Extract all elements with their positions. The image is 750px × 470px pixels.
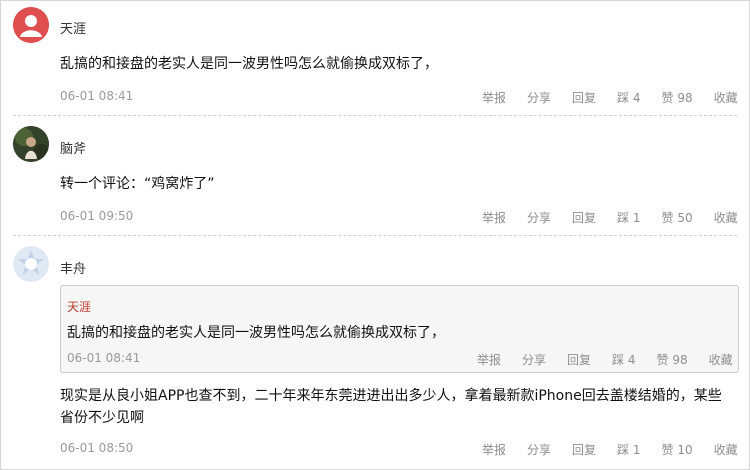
comment-author[interactable]: 天涯: [60, 18, 86, 37]
report-button[interactable]: 举报: [482, 89, 506, 106]
comment-actions: 举报 分享 回复 踩 4 赞 98 收藏: [482, 89, 738, 106]
dislike-button[interactable]: 踩 1: [617, 209, 640, 226]
quoted-text: 乱搞的和接盘的老实人是同一波男性吗怎么就偷换成双标了，: [67, 325, 445, 341]
reply-button[interactable]: 回复: [572, 209, 596, 226]
default-user-icon[interactable]: [13, 7, 49, 43]
divider: [13, 115, 737, 116]
comment-author[interactable]: 丰舟: [60, 258, 86, 277]
reply-button[interactable]: 回复: [572, 441, 596, 458]
comment-time: 06-01 09:50: [60, 209, 134, 223]
photo-avatar-icon[interactable]: [13, 126, 49, 162]
share-button[interactable]: 分享: [527, 209, 551, 226]
report-button[interactable]: 举报: [482, 441, 506, 458]
share-button[interactable]: 分享: [527, 89, 551, 106]
like-button[interactable]: 赞 98: [662, 89, 693, 106]
dislike-button[interactable]: 踩 4: [612, 351, 635, 368]
share-button[interactable]: 分享: [522, 351, 546, 368]
reply-button[interactable]: 回复: [567, 351, 591, 368]
comment-actions: 举报 分享 回复 踩 1 赞 50 收藏: [482, 209, 738, 226]
share-button[interactable]: 分享: [527, 441, 551, 458]
favorite-button[interactable]: 收藏: [714, 89, 738, 106]
quoted-author[interactable]: 天涯: [67, 298, 91, 315]
reply-button[interactable]: 回复: [572, 89, 596, 106]
comment-text: 乱搞的和接盘的老实人是同一波男性吗怎么就偷换成双标了，: [60, 56, 438, 72]
comment-text-continued: 省份不少见啊: [60, 410, 144, 426]
like-button[interactable]: 赞 50: [662, 209, 693, 226]
like-button[interactable]: 赞 98: [657, 351, 688, 368]
comment-time: 06-01 08:50: [60, 441, 134, 455]
report-button[interactable]: 举报: [477, 351, 501, 368]
quoted-time: 06-01 08:41: [67, 351, 141, 365]
quoted-actions: 举报 分享 回复 踩 4 赞 98 收藏: [477, 351, 733, 368]
dislike-button[interactable]: 踩 4: [617, 89, 640, 106]
divider: [13, 235, 737, 236]
report-button[interactable]: 举报: [482, 209, 506, 226]
dislike-button[interactable]: 踩 1: [617, 441, 640, 458]
star-badge-icon[interactable]: [13, 246, 49, 282]
quoted-comment: 天涯 乱搞的和接盘的老实人是同一波男性吗怎么就偷换成双标了， 06-01 08:…: [60, 285, 739, 373]
favorite-button[interactable]: 收藏: [714, 209, 738, 226]
comment-text: 现实是从良小姐APP也查不到，二十年来年东莞进进出出多少人，拿着最新款iPhon…: [60, 388, 722, 404]
comment-list: 天涯 乱搞的和接盘的老实人是同一波男性吗怎么就偷换成双标了， 06-01 08:…: [0, 0, 750, 470]
favorite-button[interactable]: 收藏: [709, 351, 733, 368]
comment-actions: 举报 分享 回复 踩 1 赞 10 收藏: [482, 441, 738, 458]
comment-time: 06-01 08:41: [60, 89, 134, 103]
favorite-button[interactable]: 收藏: [714, 441, 738, 458]
comment-text: 转一个评论：“鸡窝炸了”: [60, 176, 215, 192]
like-button[interactable]: 赞 10: [662, 441, 693, 458]
comment-author[interactable]: 脑斧: [60, 138, 86, 157]
